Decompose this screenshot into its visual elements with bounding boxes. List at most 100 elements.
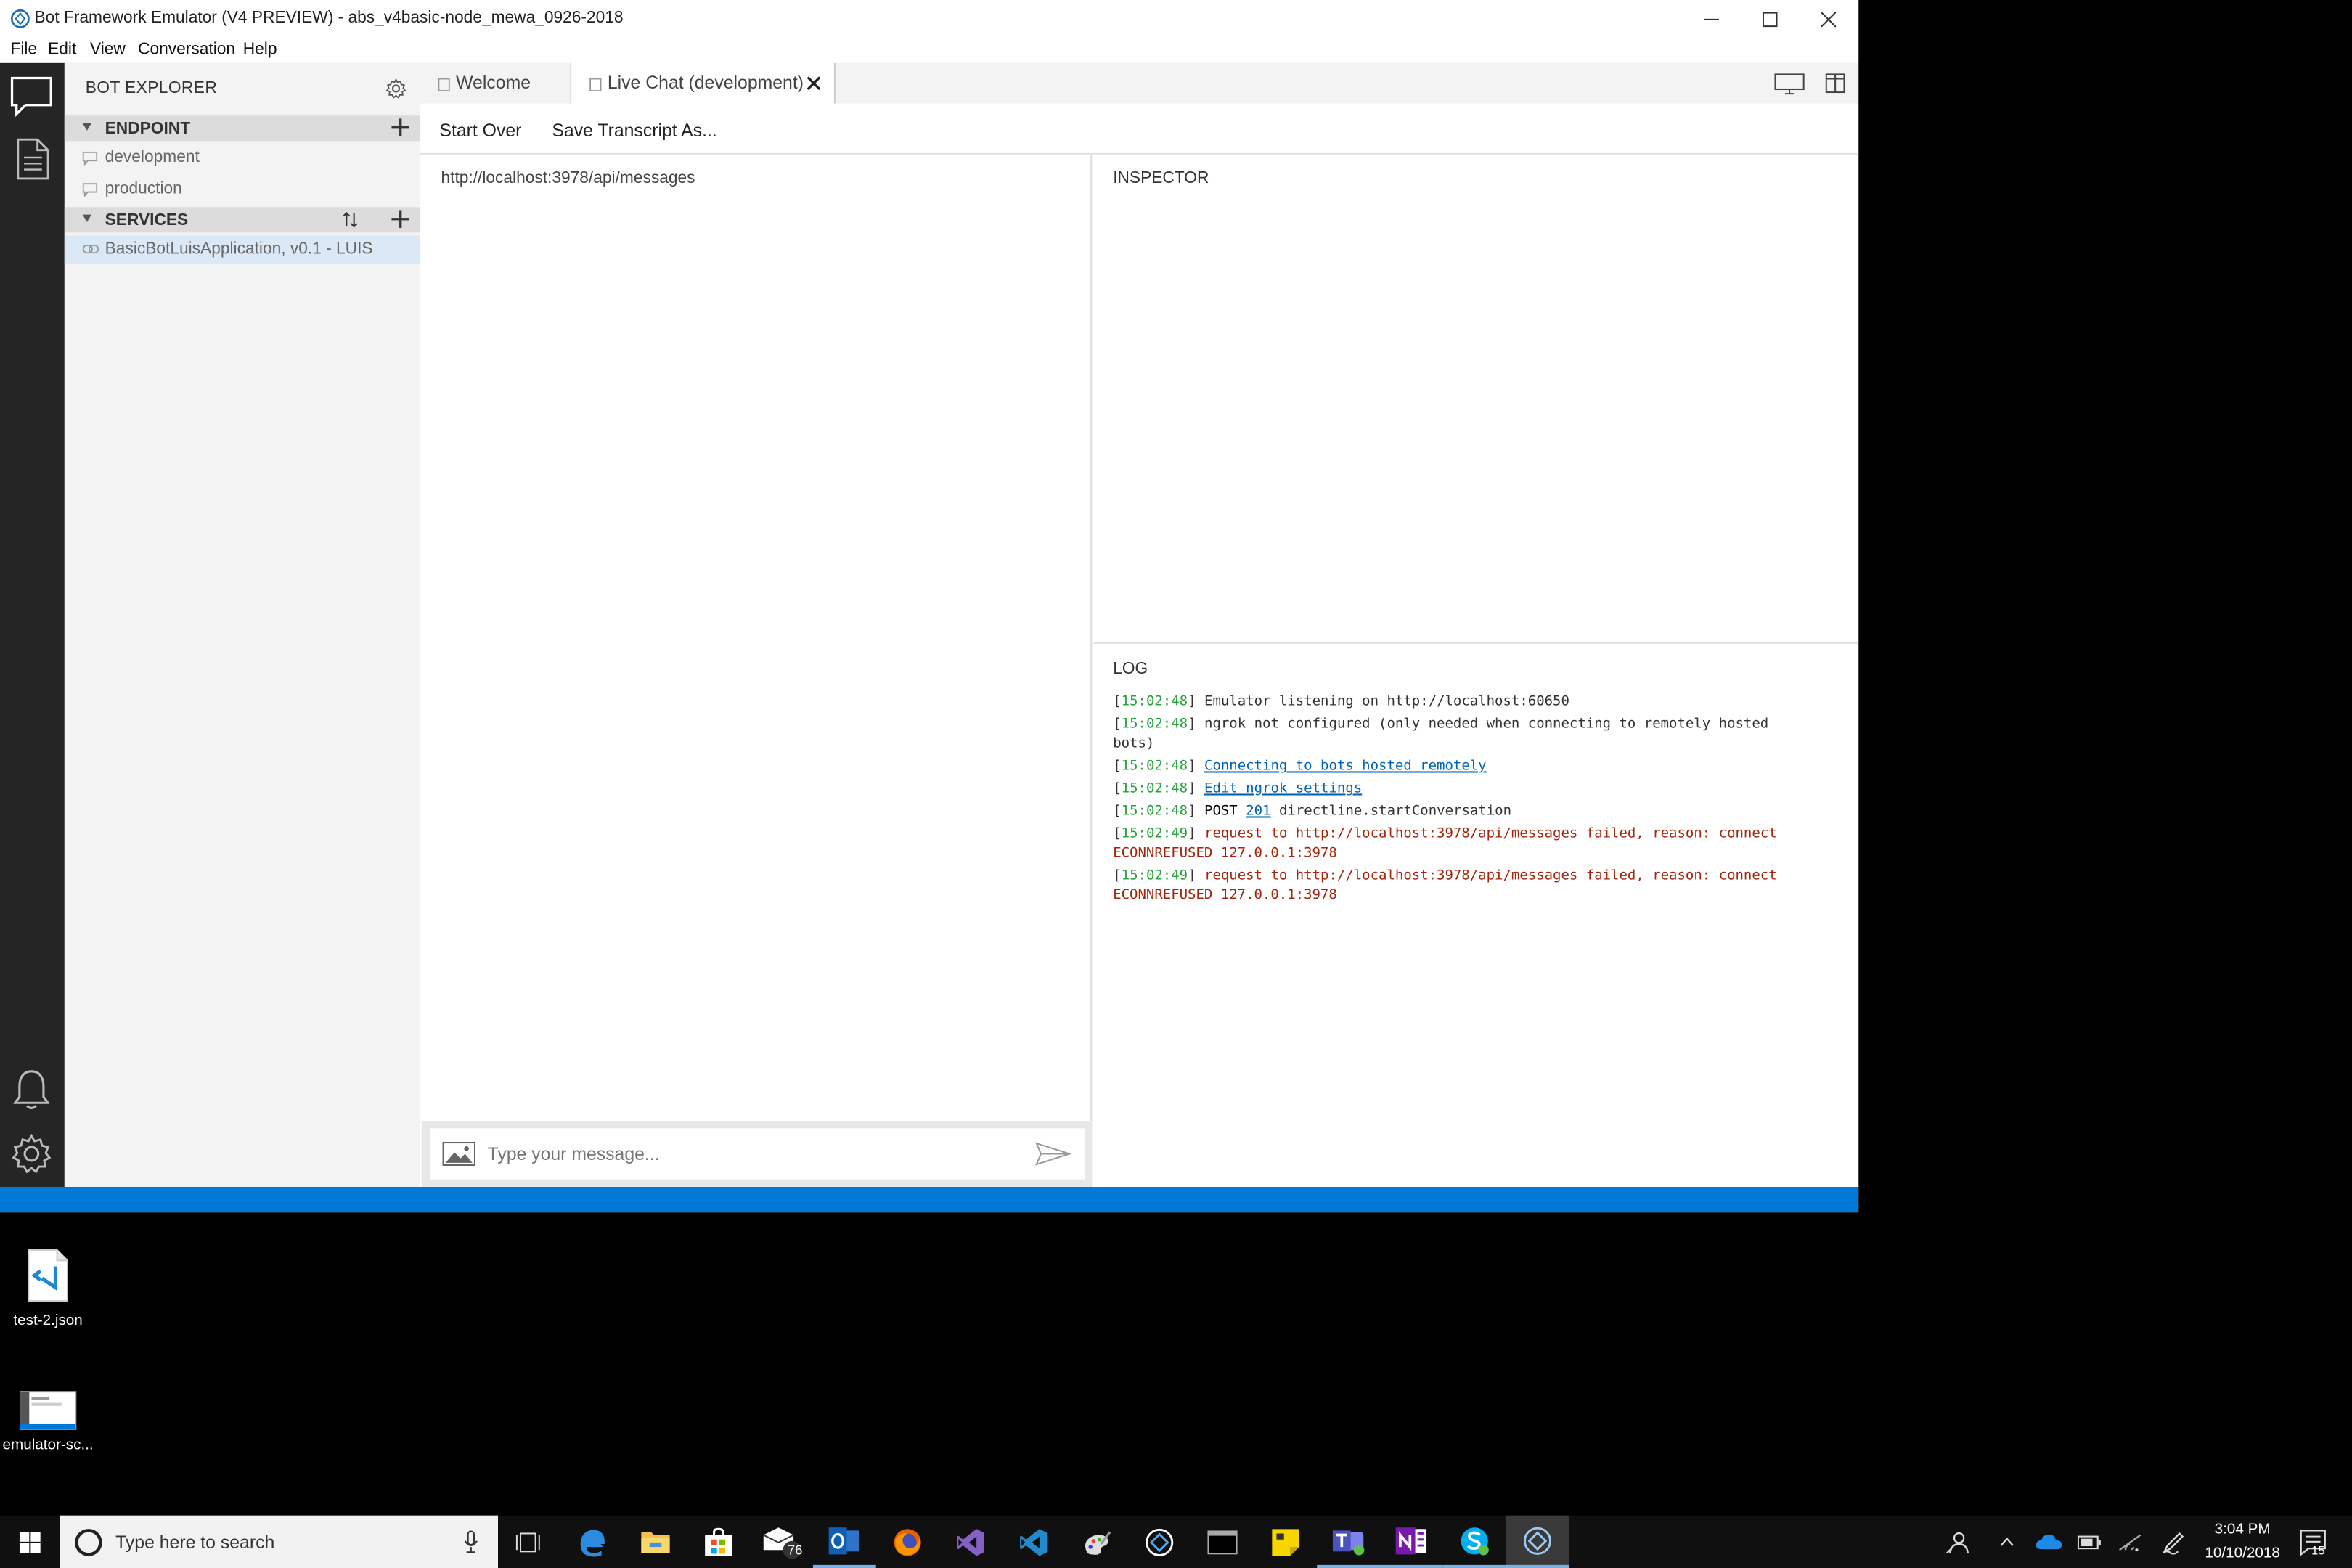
search-placeholder: Type here to search [115,1532,275,1553]
log-timestamp: 15:02:48 [1121,715,1188,732]
clock-date[interactable]: 10/10/2018 [2194,1545,2290,1562]
onenote-icon[interactable] [1379,1516,1443,1568]
message-input[interactable] [487,1140,1013,1168]
outlook-icon[interactable] [812,1516,876,1568]
sticky-notes-icon[interactable] [1254,1516,1317,1568]
menu-conversation[interactable]: Conversation [138,41,235,59]
window-title: Bot Framework Emulator (V4 PREVIEW) - ab… [34,9,624,28]
sort-arrows-icon[interactable] [342,211,359,228]
chat-pane: http://localhost:3978/api/messages [421,154,1093,1187]
bot-explorer-icon[interactable] [9,75,54,118]
add-endpoint-plus-icon[interactable] [391,118,410,137]
firefox-icon[interactable] [876,1516,939,1568]
menu-bar: File Edit View Conversation Help [0,37,1859,63]
windows-start-icon[interactable] [19,1532,41,1553]
tab-live-chat[interactable]: Live Chat (development) [571,62,836,104]
log-line: [15:02:48] Emulator listening on http://… [1113,693,1569,710]
log-error: request to http://localhost:3978/api/mes… [1113,825,1777,862]
desktop-icon-label: emulator-sc... [2,1437,94,1454]
save-transcript-button[interactable]: Save Transcript As... [552,120,716,141]
terminal-icon[interactable] [1191,1516,1254,1568]
services-section-label: SERVICES [105,211,189,230]
send-icon[interactable] [1034,1142,1071,1166]
skype-icon[interactable] [1442,1516,1506,1568]
json-file-icon [27,1249,69,1302]
task-view-icon[interactable] [515,1532,540,1553]
endpoint-item-production[interactable]: production [65,176,420,204]
log-timestamp: 15:02:48 [1121,693,1188,710]
endpoint-item-development[interactable]: development [65,144,420,172]
paint-icon[interactable] [1065,1516,1128,1568]
log-message: Emulator listening on http://localhost:6… [1204,693,1569,710]
log-timestamp: 15:02:48 [1121,780,1188,797]
message-box [430,1128,1085,1180]
http-status-link[interactable]: 201 [1246,803,1270,820]
maximize-button[interactable] [1740,0,1800,38]
clock-time[interactable]: 3:04 PM [2194,1522,2290,1538]
title-bar: Bot Framework Emulator (V4 PREVIEW) - ab… [0,0,1859,38]
menu-help[interactable]: Help [243,41,277,59]
desktop-icon-label: test-2.json [13,1312,83,1330]
taskbar-search-box[interactable]: Type here to search [60,1515,499,1568]
edit-ngrok-settings-link[interactable]: Edit ngrok settings [1204,780,1362,797]
wifi-icon[interactable] [2118,1533,2142,1552]
split-view-icon[interactable] [1825,73,1845,94]
mail-icon[interactable]: 76 [750,1516,813,1568]
minimize-button[interactable] [1681,0,1741,38]
log-timestamp: 15:02:48 [1121,802,1188,820]
log-pane: LOG [15:02:48] Emulator listening on htt… [1093,645,1859,1187]
log-error: request to http://localhost:3978/api/mes… [1113,867,1777,904]
cortana-circle-icon [73,1527,103,1557]
visual-studio-icon[interactable] [939,1516,1003,1568]
endpoint-label: production [105,180,182,198]
presentation-mode-icon[interactable] [1774,73,1805,95]
log-entries: [15:02:48] Emulator listening on http://… [1113,692,1788,908]
log-timestamp: 15:02:49 [1121,867,1188,884]
onedrive-cloud-icon[interactable] [2035,1533,2062,1550]
battery-icon[interactable] [2077,1535,2102,1551]
http-method: POST [1204,802,1238,820]
add-service-plus-icon[interactable] [391,210,410,229]
file-explorer-icon[interactable] [624,1516,687,1568]
image-upload-icon[interactable] [442,1141,476,1167]
endpoint-section-header[interactable]: ENDPOINT [64,115,420,142]
log-line: [15:02:48] Edit ngrok settings [1113,780,1363,797]
bot-emulator-active-icon[interactable] [1506,1515,1569,1568]
tray-chevron-up-icon[interactable] [1999,1537,2014,1547]
people-icon[interactable] [1945,1530,1969,1554]
collapse-triangle-icon [82,123,92,131]
endpoint-section-label: ENDPOINT [105,120,191,139]
document-icon[interactable] [17,138,49,180]
menu-view[interactable]: View [90,41,126,59]
pen-workspace-icon[interactable] [2162,1530,2186,1555]
status-bar [0,1186,1859,1213]
mail-unread-badge: 76 [787,1542,803,1558]
menu-file[interactable]: File [10,41,37,59]
activity-bar [0,62,65,1187]
bell-icon[interactable] [13,1069,50,1111]
bot-explorer-panel: BOT EXPLORER ENDPOINT development produc… [64,62,420,1187]
image-thumbnail-icon [19,1391,77,1430]
log-title: LOG [1113,660,1148,679]
store-icon[interactable] [687,1516,750,1568]
microphone-icon[interactable] [463,1530,478,1553]
explorer-settings-icon[interactable] [385,78,407,99]
menu-edit[interactable]: Edit [48,41,76,59]
chat-toolbar: Start Over Save Transcript As... [420,103,1859,155]
close-tab-icon[interactable] [807,76,821,91]
tab-label: Live Chat (development) [607,72,804,94]
services-section-header[interactable]: SERVICES [64,207,420,233]
service-item-luis[interactable]: BasicBotLuisApplication, v0.1 - LUIS [64,235,420,264]
edge-browser-icon[interactable] [561,1516,624,1568]
log-timestamp: 15:02:49 [1121,825,1188,842]
start-over-button[interactable]: Start Over [439,120,521,141]
connecting-remote-bots-link[interactable]: Connecting to bots hosted remotely [1204,758,1487,775]
tab-welcome[interactable]: Welcome [420,62,572,104]
log-line: [15:02:48] Connecting to bots hosted rem… [1113,757,1487,775]
chat-bubble-icon [82,183,98,197]
vscode-icon[interactable] [1002,1516,1065,1568]
close-window-button[interactable] [1798,0,1858,38]
settings-gear-icon[interactable] [10,1133,52,1175]
teams-icon[interactable] [1317,1516,1380,1568]
bot-emulator-taskbar-icon[interactable] [1128,1516,1191,1568]
